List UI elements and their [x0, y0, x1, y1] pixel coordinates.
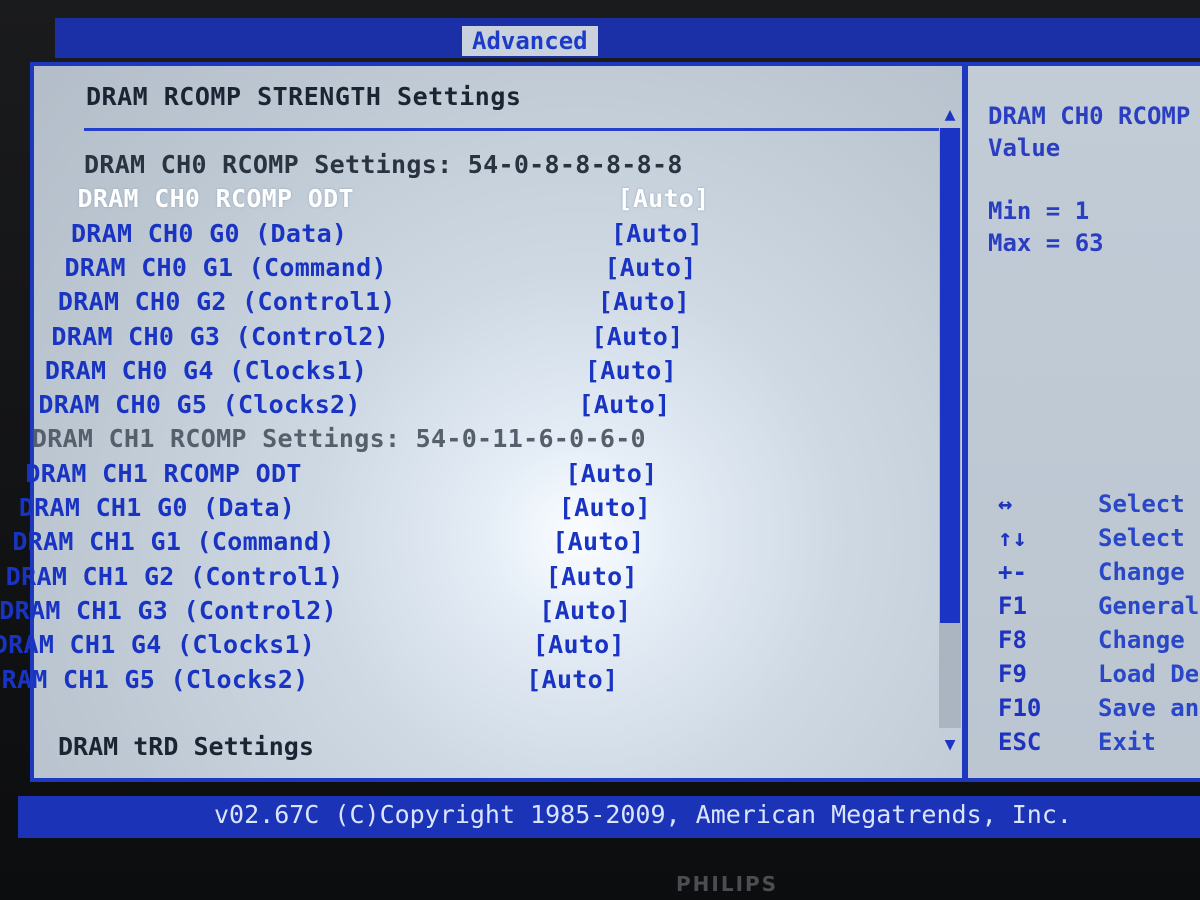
key-name: ↑↓ — [998, 524, 1027, 552]
scrollbar-thumb[interactable] — [940, 128, 960, 623]
setting-row[interactable]: DRAM CH1 G3 (Control2) [Auto] — [0, 595, 631, 625]
setting-row[interactable]: DRAM CH1 G0 (Data) [Auto] — [18, 493, 651, 522]
setting-value[interactable]: [Auto] — [539, 596, 631, 625]
page-title: DRAM RCOMP STRENGTH Settings — [86, 82, 522, 111]
setting-label: DRAM CH1 RCOMP ODT — [25, 458, 302, 488]
key-legend-item: +- Change — [998, 558, 1198, 588]
setting-label: DRAM CH1 G4 (Clocks1) — [0, 630, 316, 660]
setting-row[interactable]: DRAM CH0 RCOMP ODT [Auto] — [77, 184, 709, 214]
setting-row[interactable]: DRAM CH0 G1 (Command) [Auto] — [64, 252, 696, 282]
key-description: Change — [1098, 558, 1185, 586]
key-description: Select — [1098, 524, 1185, 552]
setting-row[interactable]: DRAM CH1 G2 (Control1) [Auto] — [5, 561, 638, 591]
key-legend-item: F9 Load De — [998, 660, 1198, 690]
key-legend-item: F10 Save an — [998, 694, 1198, 724]
key-name: F10 — [998, 694, 1042, 722]
setting-label: DRAM CH0 RCOMP Settings: 54-0-8-8-8-8-8 — [84, 150, 683, 179]
setting-row[interactable]: DRAM CH1 G4 (Clocks1) [Auto] — [0, 630, 625, 660]
setting-label: DRAM CH0 G1 (Command) — [64, 252, 387, 282]
section-header: DRAM CH0 RCOMP Settings: 54-0-8-8-8-8-8 — [84, 150, 683, 179]
key-description: Load De — [1098, 660, 1198, 688]
setting-value[interactable]: [Auto] — [552, 527, 644, 556]
setting-label: DRAM CH0 G2 (Control1) — [57, 287, 396, 317]
setting-value[interactable]: [Auto] — [526, 665, 618, 694]
setting-value[interactable]: [Auto] — [533, 630, 625, 659]
setting-row[interactable]: DRAM CH1 G5 (Clocks2) [Auto] — [0, 664, 618, 694]
setting-label: DRAM CH0 G0 (Data) — [70, 218, 348, 248]
setting-label: DRAM CH1 G0 (Data) — [18, 493, 296, 522]
key-name: F1 — [998, 592, 1027, 620]
monitor-brand-logo: PHILIPS — [676, 872, 779, 896]
setting-row[interactable]: DRAM CH1 G1 (Command) [Auto] — [12, 527, 644, 557]
key-legend-item: F8 Change — [998, 626, 1198, 656]
key-description: Save an — [1098, 694, 1198, 722]
help-max: Max = 63 — [988, 229, 1104, 257]
setting-row[interactable]: DRAM CH0 G5 (Clocks2) [Auto] — [38, 390, 670, 420]
key-description: Exit — [1098, 728, 1156, 756]
tab-advanced[interactable]: Advanced — [462, 26, 598, 56]
submenu-dram-trd-settings[interactable]: DRAM tRD Settings — [58, 732, 314, 761]
setting-value[interactable]: [Auto] — [565, 459, 657, 488]
setting-row[interactable]: DRAM CH1 RCOMP ODT [Auto] — [25, 458, 657, 488]
scroll-down-arrow-icon[interactable]: ▼ — [939, 734, 961, 755]
setting-label: DRAM CH1 G3 (Control2) — [0, 595, 338, 625]
scroll-up-arrow-icon[interactable]: ▲ — [939, 104, 961, 125]
key-legend-item: F1 General — [998, 592, 1198, 622]
setting-value[interactable]: [Auto] — [578, 390, 670, 419]
key-name: F9 — [998, 660, 1027, 688]
setting-label: DRAM CH0 G4 (Clocks1) — [44, 355, 368, 385]
setting-row[interactable]: DRAM CH0 G0 (Data) [Auto] — [70, 218, 703, 248]
setting-value[interactable]: [Auto] — [598, 287, 690, 316]
setting-label: DRAM CH1 G5 (Clocks2) — [0, 664, 309, 694]
title-divider — [84, 128, 939, 131]
key-name: ↔ — [998, 490, 1013, 518]
key-description: Select — [1098, 490, 1185, 518]
setting-row[interactable]: DRAM CH0 G2 (Control1) [Auto] — [57, 287, 690, 317]
setting-value[interactable]: [Auto] — [617, 184, 709, 213]
setting-value[interactable]: [Auto] — [559, 493, 651, 522]
setting-label: DRAM CH0 G5 (Clocks2) — [38, 390, 361, 420]
help-line-1: DRAM CH0 RCOMP — [988, 102, 1191, 130]
key-legend-item: ↑↓ Select — [998, 524, 1198, 554]
top-menu-bar — [55, 18, 1200, 58]
setting-value[interactable]: [Auto] — [611, 219, 703, 248]
key-name: ESC — [998, 728, 1042, 756]
key-legend-item: ESC Exit — [998, 728, 1198, 758]
setting-value[interactable]: [Auto] — [591, 322, 683, 351]
setting-label: DRAM CH0 RCOMP ODT — [77, 184, 354, 214]
section-header: DRAM CH1 RCOMP Settings: 54-0-11-6-0-6-0 — [32, 424, 646, 453]
key-legend-item: ↔ Select — [998, 490, 1198, 520]
setting-value[interactable]: [Auto] — [585, 356, 677, 385]
setting-label: DRAM CH1 G1 (Command) — [12, 527, 335, 557]
help-line-2: Value — [988, 134, 1061, 162]
setting-value[interactable]: [Auto] — [546, 562, 638, 591]
key-description: General — [1098, 592, 1198, 620]
setting-label: DRAM CH0 G3 (Control2) — [51, 321, 390, 351]
setting-label: DRAM CH1 G2 (Control1) — [5, 561, 344, 591]
setting-row[interactable]: DRAM CH0 G3 (Control2) [Auto] — [51, 321, 683, 351]
copyright-text: v02.67C (C)Copyright 1985-2009, American… — [214, 800, 1072, 829]
setting-value[interactable]: [Auto] — [604, 253, 696, 282]
bios-screen: Advanced DRAM RCOMP STRENGTH Settings DR… — [0, 0, 1200, 900]
help-min: Min = 1 — [988, 197, 1090, 225]
key-description: Change — [1098, 626, 1185, 654]
key-name: +- — [998, 558, 1027, 586]
setting-row[interactable]: DRAM CH0 G4 (Clocks1) [Auto] — [44, 355, 677, 385]
key-name: F8 — [998, 626, 1027, 654]
setting-label: DRAM CH1 RCOMP Settings: 54-0-11-6-0-6-0 — [31, 424, 646, 454]
